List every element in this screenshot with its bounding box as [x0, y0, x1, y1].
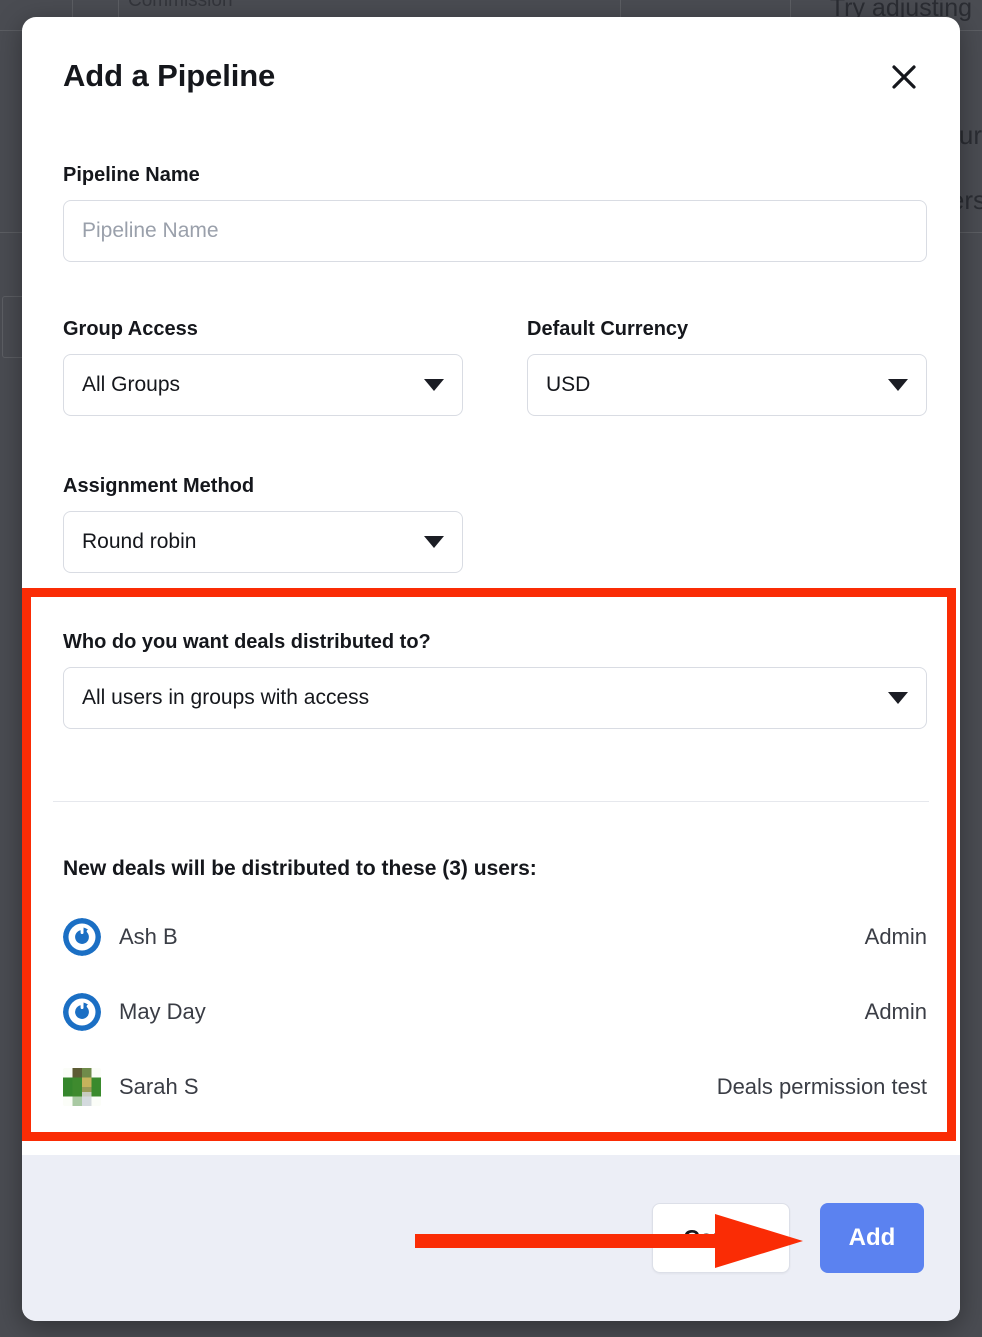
user-name: Ash B — [119, 924, 178, 949]
assignment-method-select[interactable]: Round robin — [63, 511, 463, 573]
group-access-field-group: Group Access All Groups — [63, 316, 463, 416]
close-icon[interactable] — [886, 59, 922, 95]
list-item: May Day Admin — [63, 986, 927, 1038]
list-item: Sarah S Deals permission test — [63, 1061, 927, 1113]
deal-distribution-selected-value: All users in groups with access — [82, 686, 370, 709]
assignment-method-label: Assignment Method — [63, 475, 255, 497]
avatar — [63, 993, 101, 1031]
backdrop-column-label: Commission — [128, 0, 233, 11]
user-role: Deals permission test — [716, 1074, 927, 1099]
group-access-select[interactable]: All Groups — [63, 354, 463, 416]
chevron-down-icon — [424, 379, 444, 391]
deal-distribution-field-group: Who do you want deals distributed to? Al… — [63, 629, 927, 729]
modal-footer: Cancel Add — [22, 1155, 960, 1321]
assignment-method-field-group: Assignment Method Round robin — [63, 473, 463, 573]
default-currency-field-group: Default Currency USD — [527, 316, 927, 416]
distributed-users-section: New deals will be distributed to these (… — [63, 855, 927, 1113]
add-button[interactable]: Add — [820, 1203, 924, 1273]
chevron-down-icon — [424, 536, 444, 548]
user-name: May Day — [119, 999, 206, 1024]
distributed-users-heading: New deals will be distributed to these (… — [63, 857, 537, 880]
page-title: Add a Pipeline — [63, 58, 276, 93]
group-access-label: Group Access — [63, 318, 198, 340]
chevron-down-icon — [888, 379, 908, 391]
avatar — [63, 1068, 101, 1106]
modal-header: Add a Pipeline — [63, 55, 932, 109]
default-currency-label: Default Currency — [527, 318, 689, 340]
deal-distribution-select[interactable]: All users in groups with access — [63, 667, 927, 729]
assignment-method-selected-value: Round robin — [82, 530, 197, 553]
cancel-button[interactable]: Cancel — [652, 1203, 790, 1273]
pipeline-name-label: Pipeline Name — [63, 164, 200, 186]
user-role: Admin — [864, 999, 927, 1024]
user-role: Admin — [864, 924, 927, 949]
deal-distribution-label: Who do you want deals distributed to? — [63, 631, 431, 653]
add-pipeline-modal: Add a Pipeline Pipeline Name Group Acces… — [22, 17, 960, 1321]
default-currency-selected-value: USD — [546, 373, 591, 396]
pipeline-name-input[interactable] — [63, 200, 927, 262]
section-divider — [53, 801, 929, 802]
chevron-down-icon — [888, 692, 908, 704]
group-access-selected-value: All Groups — [82, 373, 181, 396]
modal-body: Add a Pipeline Pipeline Name Group Acces… — [22, 17, 960, 1155]
avatar — [63, 918, 101, 956]
pipeline-name-field-group: Pipeline Name — [63, 162, 927, 262]
default-currency-select[interactable]: USD — [527, 354, 927, 416]
user-name: Sarah S — [119, 1074, 199, 1099]
list-item: Ash B Admin — [63, 911, 927, 963]
